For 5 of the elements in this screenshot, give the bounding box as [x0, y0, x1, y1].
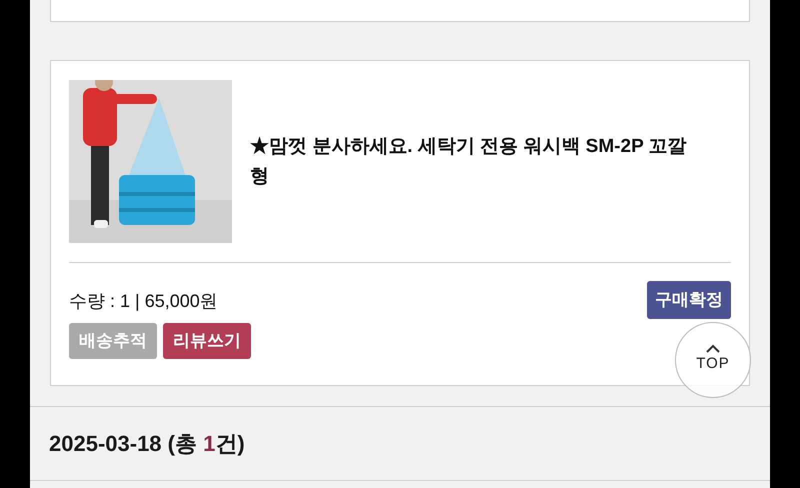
- product-title: ★맘껏 분사하세요. 세탁기 전용 워시백 SM-2P 꼬깔형: [250, 134, 688, 188]
- confirm-button[interactable]: 구매확정: [647, 281, 731, 319]
- action-button[interactable]: 리뷰쓰기: [163, 323, 251, 359]
- quantity-price: 수량 : 1 | 65,000원: [69, 290, 219, 313]
- date-heading: 2025-03-18 (총 1건): [49, 430, 245, 458]
